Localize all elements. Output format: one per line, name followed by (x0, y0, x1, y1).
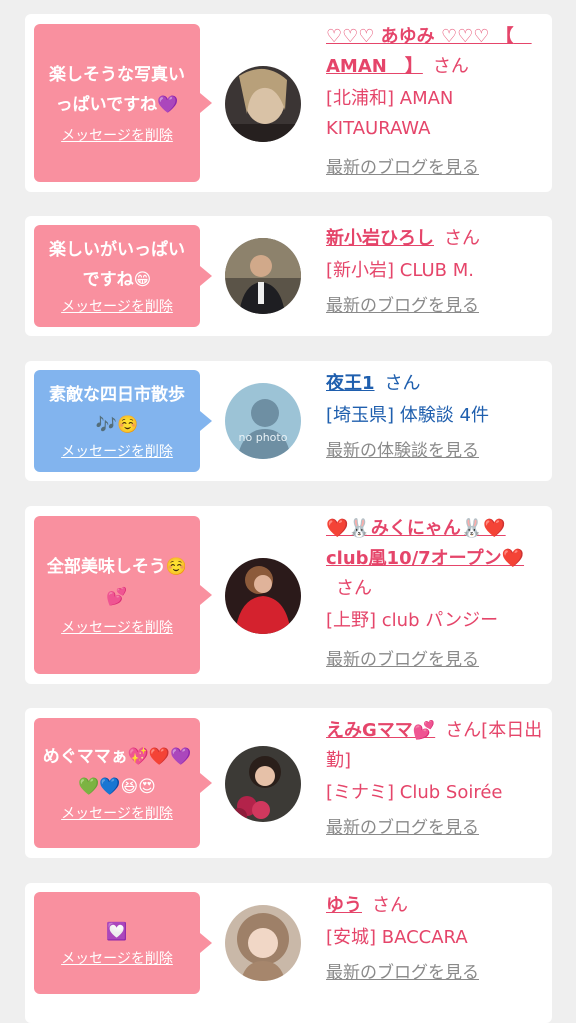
profile-info: 新小岩ひろし さん [新小岩] CLUB M. 最新のブログを見る (326, 224, 546, 320)
profile-name-link[interactable]: 新小岩ひろし (326, 228, 434, 249)
honorific: さん (432, 56, 469, 77)
message-bubble: 楽しそうな写真いっぱいですね💜 メッセージを削除 (34, 24, 212, 182)
list-item: めぐママぁ💖❤️💜💚💙😆😍 メッセージを削除 えみGママ💕 さん[本日出勤] [ミ… (25, 708, 552, 858)
shop-info: [埼玉県] 体験談 4件 (326, 405, 489, 426)
profile-info: ❤️🐰みくにゃん🐰❤️club凰10/7オープン❤️ さん [上野] club パ… (326, 514, 546, 674)
profile-name-line: 新小岩ひろし さん (326, 224, 546, 254)
woman-red-dress-photo-icon (225, 558, 301, 634)
profile-name-line: ゆう さん (326, 891, 546, 921)
message-text: めぐママぁ💖❤️💜💚💙😆😍 (42, 747, 192, 797)
profile-name-link[interactable]: ゆう (326, 895, 362, 916)
no-photo-label: no photo (238, 431, 288, 444)
message-list: 楽しそうな写真いっぱいですね💜 メッセージを削除 ♡♡♡ あゆみ ♡♡♡ 【 A… (0, 0, 576, 1023)
latest-blog-link[interactable]: 最新のブログを見る (326, 959, 479, 987)
message-text: 楽しいがいっぱいですね😁 (49, 240, 185, 290)
profile-info: ゆう さん [安城] BACCARA 最新のブログを見る (326, 891, 546, 987)
avatar[interactable] (225, 905, 301, 981)
latest-blog-link[interactable]: 最新のブログを見る (326, 646, 479, 674)
shop-info: [北浦和] AMAN KITAURAWA (326, 88, 454, 139)
profile-name-link[interactable]: 夜王1 (326, 373, 375, 394)
latest-blog-link[interactable]: 最新のブログを見る (326, 814, 479, 842)
message-text: 💟 (106, 922, 128, 942)
list-item: 楽しそうな写真いっぱいですね💜 メッセージを削除 ♡♡♡ あゆみ ♡♡♡ 【 A… (25, 14, 552, 192)
profile-info: 夜王1 さん [埼玉県] 体験談 4件 最新の体験談を見る (326, 369, 546, 465)
delete-message-link[interactable]: メッセージを削除 (61, 442, 173, 462)
delete-message-link[interactable]: メッセージを削除 (61, 126, 173, 146)
profile-name-line: えみGママ💕 さん[本日出勤] (326, 716, 546, 776)
avatar[interactable] (225, 746, 301, 822)
shop-info: [安城] BACCARA (326, 927, 468, 948)
latest-blog-link[interactable]: 最新のブログを見る (326, 154, 479, 182)
list-item: 素敵な四日市散歩🎶☺️ メッセージを削除 no photo 夜王1 さん [埼玉県… (25, 361, 552, 481)
woman-hood-photo-icon (225, 905, 301, 981)
honorific: さん (384, 373, 421, 394)
honorific: さん (372, 895, 408, 916)
profile-name-link[interactable]: えみGママ💕 (326, 720, 435, 741)
message-text: 素敵な四日市散歩🎶☺️ (49, 385, 185, 435)
profile-name-link[interactable]: ♡♡♡ あゆみ ♡♡♡ 【 AMAN 】 (326, 26, 532, 77)
message-bubble: 素敵な四日市散歩🎶☺️ メッセージを削除 (34, 370, 212, 472)
honorific: さん (336, 578, 372, 599)
latest-review-link[interactable]: 最新の体験談を見る (326, 437, 479, 465)
honorific: さん (444, 228, 480, 249)
message-text: 楽しそうな写真いっぱいですね💜 (49, 65, 185, 115)
list-item: 全部美味しそう☺️💕 メッセージを削除 ❤️🐰みくにゃん🐰❤️club凰10/7… (25, 506, 552, 684)
avatar[interactable]: no photo (225, 383, 301, 459)
delete-message-link[interactable]: メッセージを削除 (61, 297, 173, 317)
delete-message-link[interactable]: メッセージを削除 (61, 949, 173, 969)
delete-message-link[interactable]: メッセージを削除 (61, 804, 173, 824)
avatar[interactable] (225, 558, 301, 634)
woman-flowers-photo-icon (225, 746, 301, 822)
woman-photo-icon (225, 66, 301, 142)
profile-name-line: ❤️🐰みくにゃん🐰❤️club凰10/7オープン❤️ さん (326, 514, 546, 604)
no-photo-icon (225, 383, 301, 459)
message-text: 全部美味しそう☺️💕 (46, 557, 188, 607)
list-item: 楽しいがいっぱいですね😁 メッセージを削除 新小岩ひろし さん [新小岩] CLU… (25, 216, 552, 336)
avatar[interactable] (225, 66, 301, 142)
profile-name-line: 夜王1 さん (326, 369, 546, 399)
delete-message-link[interactable]: メッセージを削除 (61, 618, 173, 638)
message-bubble: めぐママぁ💖❤️💜💚💙😆😍 メッセージを削除 (34, 718, 212, 848)
profile-name-line: ♡♡♡ あゆみ ♡♡♡ 【 AMAN 】さん (326, 22, 546, 82)
shop-info: [ミナミ] Club Soirée (326, 782, 503, 803)
profile-info: えみGママ💕 さん[本日出勤] [ミナミ] Club Soirée 最新のブログを… (326, 716, 546, 842)
shop-info: [上野] club パンジー (326, 610, 499, 631)
shop-info: [新小岩] CLUB M. (326, 260, 474, 281)
list-item: 💟 メッセージを削除 ゆう さん [安城] BACCARA 最新のブログを見る (25, 883, 552, 1023)
avatar[interactable] (225, 238, 301, 314)
message-bubble: 全部美味しそう☺️💕 メッセージを削除 (34, 516, 212, 674)
message-bubble: 楽しいがいっぱいですね😁 メッセージを削除 (34, 225, 212, 327)
message-bubble: 💟 メッセージを削除 (34, 892, 212, 994)
profile-name-link[interactable]: ❤️🐰みくにゃん🐰❤️club凰10/7オープン❤️ (326, 518, 524, 569)
man-photo-icon (225, 238, 301, 314)
latest-blog-link[interactable]: 最新のブログを見る (326, 292, 479, 320)
profile-info: ♡♡♡ あゆみ ♡♡♡ 【 AMAN 】さん [北浦和] AMAN KITAUR… (326, 22, 546, 182)
